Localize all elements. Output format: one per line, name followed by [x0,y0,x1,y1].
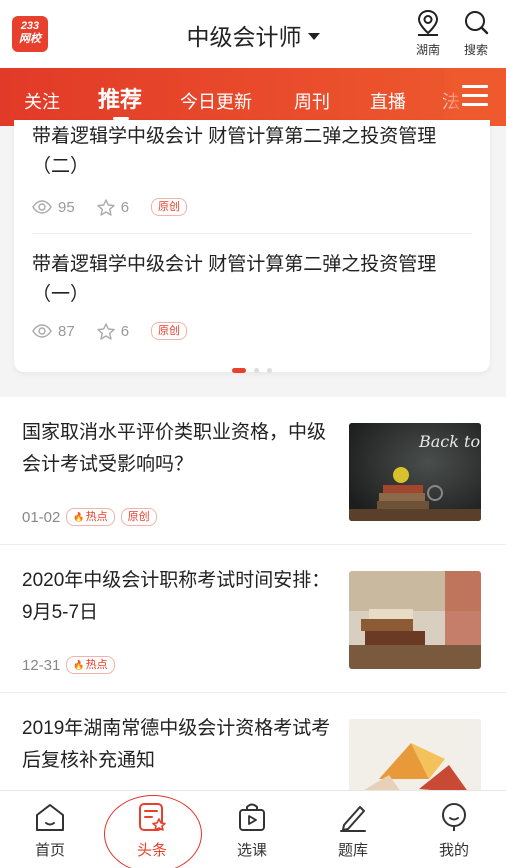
star-icon [96,322,115,340]
hot-badge: 热点 [66,508,115,526]
original-badge: 原创 [151,322,188,340]
search-icon [465,11,489,35]
nav-label: 我的 [438,842,469,859]
location-label: 湖南 [415,43,440,57]
news-feed: 国家取消水平评价类职业资格，中级会计考试受影响吗？ 01-02 热点 原创 Ba… [0,397,506,797]
original-badge: 原创 [120,508,157,526]
news-title: 2019年湖南常德中级会计资格考试考后复核补充通知 [22,718,331,771]
page-title: 中级会计师 [186,24,302,50]
article-meta: 87 6 原创 [32,322,188,340]
news-thumbnail [349,571,481,669]
divider [32,233,472,234]
nav-label: 题库 [337,842,368,859]
view-count-value: 95 [58,198,75,216]
news-title: 国家取消水平评价类职业资格，中级会计考试受影响吗？ [22,422,327,475]
news-date: 12-31 [22,656,61,674]
star-count: 6 [96,322,130,340]
category-tabs: 关注 推荐 今日更新 周刊 直播 法 [0,68,506,126]
paper-boats-image [349,719,481,797]
page-dot-active[interactable] [232,368,246,373]
search-button[interactable]: 搜索 [456,8,496,58]
pencil-icon [340,806,366,832]
star-count: 6 [96,198,130,216]
eye-icon [32,324,52,338]
nav-home[interactable]: 首页 [20,801,80,860]
view-count: 87 [32,323,75,340]
carousel-pagination [14,360,490,378]
tab-menu-button[interactable] [444,68,506,126]
article-title: 带着逻辑学中级会计 财管计算第二弹之投资管理（一） [32,254,437,305]
tab-weekly[interactable]: 周刊 [294,88,330,114]
chalkboard-image: Back to school [349,423,481,521]
news-meta: 01-02 热点 原创 [22,508,157,526]
menu-icon-bar [462,103,488,106]
hot-badge: 热点 [66,656,115,674]
article-title: 带着逻辑学中级会计 财管计算第二弹之投资管理（二） [32,126,437,177]
tab-live[interactable]: 直播 [370,88,406,114]
eye-icon [32,200,52,214]
news-item[interactable]: 国家取消水平评价类职业资格，中级会计考试受影响吗？ 01-02 热点 原创 Ba… [0,397,506,545]
profile-icon [442,803,466,831]
chalk-text: Back to school [418,432,481,451]
top-bar: 233 网校 中级会计师 湖南 搜索 [0,0,506,68]
news-item[interactable]: 2020年中级会计职称考试时间安排：9月5-7日 12-31 热点 [0,545,506,693]
location-pin-icon [417,9,439,36]
menu-icon-bar [462,85,488,88]
page-dot[interactable] [267,368,272,373]
highlight-circle [104,795,202,868]
star-count-value: 6 [120,198,130,216]
tab-today-updates[interactable]: 今日更新 [180,88,252,114]
location-button[interactable]: 湖南 [408,8,448,58]
carousel-article[interactable]: 带着逻辑学中级会计 财管计算第二弹之投资管理（二） 95 6 原创 [32,122,472,216]
nav-courses[interactable]: 选课 [222,801,282,860]
news-thumbnail [349,719,481,797]
books-image [349,571,481,669]
news-date: 01-02 [22,508,61,526]
home-icon [36,804,64,831]
news-title: 2020年中级会计职称考试时间安排：9月5-7日 [22,570,331,623]
article-meta: 95 6 原创 [32,198,188,216]
news-item[interactable]: 2019年湖南常德中级会计资格考试考后复核补充通知 [0,693,506,797]
page-dot[interactable] [254,368,259,373]
view-count: 95 [32,199,75,216]
nav-question-bank[interactable]: 题库 [323,801,383,860]
star-icon [96,198,115,216]
nav-label: 选课 [236,842,267,859]
caret-down-icon [307,33,320,41]
course-bag-icon [239,803,265,831]
view-count-value: 87 [58,322,75,340]
news-thumbnail: Back to school [349,423,481,521]
original-badge: 原创 [151,198,188,216]
star-count-value: 6 [120,322,130,340]
tab-follow[interactable]: 关注 [24,88,60,114]
nav-profile[interactable]: 我的 [424,801,484,860]
tab-recommend[interactable]: 推荐 [98,82,142,114]
search-label: 搜索 [463,43,488,57]
bottom-nav: 首页 头条 选课 题库 我的 [0,790,506,868]
news-meta: 12-31 热点 [22,656,115,674]
menu-icon-bar [462,94,488,97]
nav-label: 首页 [34,842,65,859]
carousel-article[interactable]: 带着逻辑学中级会计 财管计算第二弹之投资管理（一） 87 6 原创 [32,250,472,340]
featured-carousel[interactable]: 带着逻辑学中级会计 财管计算第二弹之投资管理（二） 95 6 原创 带着逻辑学中… [14,120,490,373]
